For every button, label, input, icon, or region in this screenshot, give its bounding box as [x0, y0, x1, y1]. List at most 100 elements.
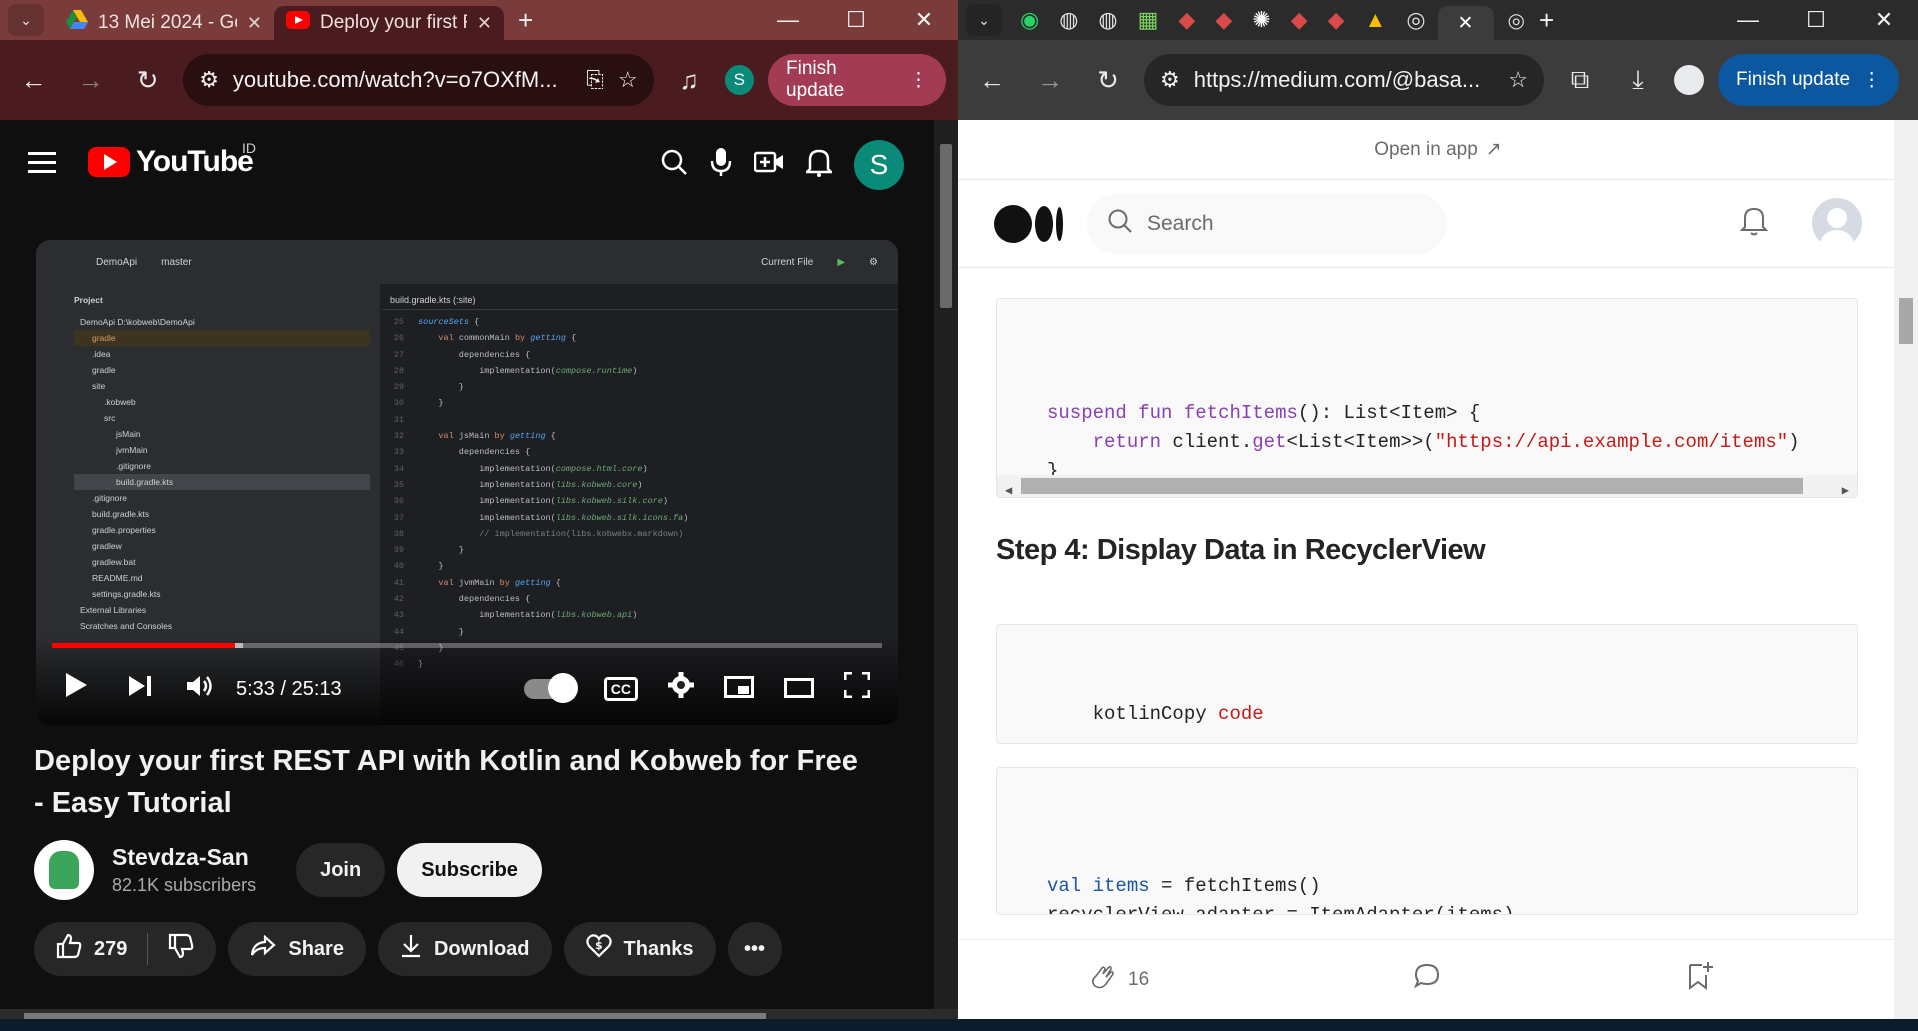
close-tab-icon[interactable]: ✕	[1458, 12, 1474, 35]
scrollbar-thumb[interactable]	[1021, 478, 1803, 494]
scrollbar-thumb[interactable]	[940, 144, 952, 308]
kebab-menu-icon[interactable]: ⋮	[909, 69, 928, 92]
minimize-icon[interactable]: —	[1714, 0, 1782, 40]
finish-update-button[interactable]: Finish update ⋮	[1718, 54, 1900, 106]
join-button[interactable]: Join	[296, 843, 386, 897]
bookmark-star-icon[interactable]: ☆	[618, 67, 638, 93]
forward-button[interactable]: →	[69, 58, 112, 102]
channel-name[interactable]: Stevdza-San	[112, 844, 256, 871]
bookmark-star-icon[interactable]: ☆	[1508, 67, 1528, 93]
section-heading: Step 4: Display Data in RecyclerView	[996, 534, 1486, 566]
youtube-logo[interactable]: YouTube	[88, 145, 254, 179]
tab-google-drive[interactable]: 13 Mei 2024 - Google ✕	[54, 6, 274, 40]
openai-icon[interactable]: ✺	[1252, 7, 1270, 33]
create-video-icon[interactable]	[753, 149, 784, 181]
whatsapp-icon[interactable]: ◉	[1020, 7, 1039, 33]
copy-code-label[interactable]: Copy code	[1161, 703, 1264, 725]
new-tab-button[interactable]: +	[1539, 5, 1554, 36]
app-icon[interactable]: ◆	[1291, 7, 1308, 33]
finish-update-button[interactable]: Finish update ⋮	[768, 54, 947, 106]
tab-search-button[interactable]: ⌄	[8, 4, 44, 36]
close-tab-icon[interactable]: ✕	[247, 13, 262, 34]
globe-icon[interactable]: ◍	[1098, 7, 1117, 33]
minimize-icon[interactable]: —	[754, 0, 822, 40]
volume-icon[interactable]	[186, 672, 214, 706]
search-input[interactable]: Search	[1087, 193, 1447, 254]
address-bar[interactable]: ⚙ youtube.com/watch?v=o7OXfM... ⎘ ☆	[183, 54, 654, 106]
site-settings-icon[interactable]: ⚙	[199, 67, 219, 93]
close-window-icon[interactable]: ✕	[1850, 0, 1918, 40]
next-video-icon[interactable]	[128, 672, 152, 706]
comment-icon[interactable]	[1413, 962, 1441, 997]
code-line: recyclerView.adapter = ItemAdapter(items…	[1047, 904, 1515, 915]
tab-search-button[interactable]: ⌄	[966, 4, 1002, 36]
notifications-bell-icon[interactable]	[803, 147, 835, 184]
close-window-icon[interactable]: ✕	[890, 0, 958, 40]
tab-youtube-video[interactable]: Deploy your first REST ✕	[274, 6, 504, 40]
open-in-app-banner[interactable]: Open in app ↗	[958, 120, 1918, 180]
miniplayer-icon[interactable]	[724, 672, 754, 706]
captions-icon[interactable]: CC	[603, 677, 638, 701]
forward-button[interactable]: →	[1028, 58, 1072, 102]
chrome-icon[interactable]: ◎	[1406, 7, 1425, 33]
autoplay-toggle[interactable]	[523, 673, 578, 703]
video-player[interactable]: DemoApi master Current File ▶ ⚙ Project …	[36, 240, 898, 725]
video-actions: 279 Share Download $ Thanks •••	[34, 922, 782, 976]
subscribe-button[interactable]: Subscribe	[397, 843, 542, 897]
grid-icon[interactable]: ▦	[1138, 7, 1159, 33]
ide-line-number: 43	[393, 610, 404, 621]
active-tab[interactable]: ✕	[1437, 6, 1494, 40]
user-avatar[interactable]	[1812, 198, 1862, 248]
medium-logo[interactable]	[994, 204, 1063, 243]
new-tab-button[interactable]: +	[518, 5, 533, 36]
channel-avatar[interactable]	[34, 840, 94, 900]
download-button[interactable]: Download	[377, 922, 552, 976]
menu-icon[interactable]	[28, 151, 56, 173]
microphone-icon[interactable]	[710, 147, 732, 184]
code-scrollbar[interactable]: ◀ ▶	[997, 475, 1857, 497]
user-avatar[interactable]: S	[854, 140, 904, 190]
settings-gear-icon[interactable]	[668, 672, 694, 706]
page-scrollbar[interactable]	[1894, 120, 1918, 1031]
more-actions-button[interactable]: •••	[727, 922, 782, 976]
notifications-bell-icon[interactable]	[1739, 204, 1769, 244]
google-drive-icon[interactable]: ▲	[1365, 7, 1387, 33]
like-icon[interactable]	[56, 933, 82, 965]
close-tab-icon[interactable]: ✕	[477, 13, 492, 34]
kebab-menu-icon[interactable]: ⋮	[1862, 69, 1881, 92]
media-controls-icon[interactable]: ♫	[668, 58, 711, 102]
play-icon[interactable]	[64, 672, 88, 706]
dislike-icon[interactable]	[168, 933, 194, 965]
reload-button[interactable]: ↻	[1086, 58, 1130, 102]
back-button[interactable]: ←	[12, 58, 55, 102]
address-bar[interactable]: ⚙ https://medium.com/@basa... ☆	[1144, 54, 1544, 106]
page-scrollbar[interactable]	[934, 120, 958, 1009]
app-icon[interactable]: ◆	[1178, 7, 1195, 33]
search-icon[interactable]	[660, 148, 688, 183]
ide-code-line: 26 val commonMain by getting {	[382, 330, 898, 346]
clap-button[interactable]: 16	[1088, 962, 1149, 998]
app-icon[interactable]: ◆	[1215, 7, 1232, 33]
download-icon[interactable]: ⤓	[1616, 58, 1660, 102]
share-button[interactable]: Share	[228, 922, 366, 976]
install-app-icon[interactable]: ⎘	[586, 67, 604, 93]
site-settings-icon[interactable]: ⚙	[1160, 67, 1180, 93]
scrollbar-thumb[interactable]	[1899, 298, 1913, 344]
app-icon[interactable]: ◆	[1328, 7, 1345, 33]
reload-button[interactable]: ↻	[126, 58, 169, 102]
run-icon: ▶	[837, 256, 846, 268]
profile-avatar[interactable]	[1674, 65, 1704, 95]
thanks-button[interactable]: $ Thanks	[563, 922, 716, 976]
maximize-icon[interactable]: ☐	[1782, 0, 1850, 40]
chrome-icon[interactable]: ◎	[1508, 8, 1525, 33]
fullscreen-icon[interactable]	[843, 671, 871, 706]
ide-line-number: 36	[393, 496, 404, 507]
theater-mode-icon[interactable]	[784, 672, 814, 706]
extensions-icon[interactable]: ⧉	[1558, 58, 1602, 102]
maximize-icon[interactable]: ☐	[822, 0, 890, 40]
bookmark-add-icon[interactable]	[1686, 961, 1714, 998]
globe-icon[interactable]: ◍	[1059, 7, 1078, 33]
profile-avatar[interactable]: S	[724, 65, 755, 95]
back-button[interactable]: ←	[970, 58, 1014, 102]
progress-bar[interactable]	[52, 643, 882, 648]
